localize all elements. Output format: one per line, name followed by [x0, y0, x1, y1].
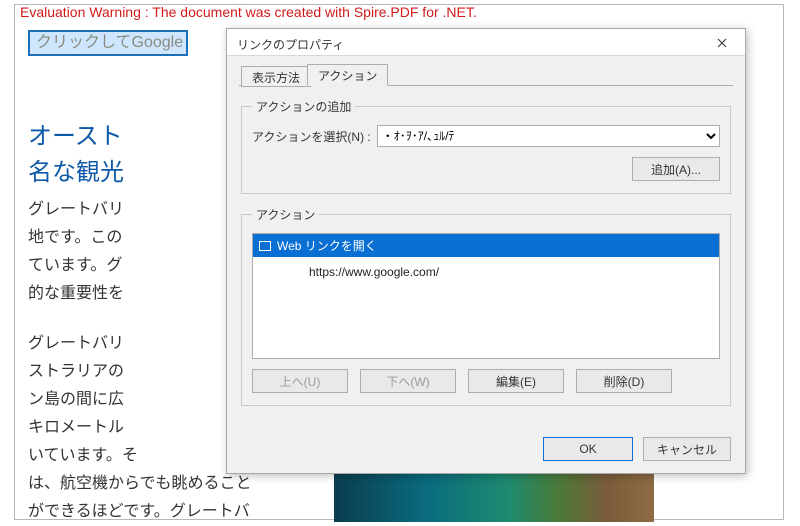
action-item-url: https://www.google.com/	[253, 257, 719, 285]
ok-button[interactable]: OK	[543, 437, 633, 461]
cancel-button[interactable]: キャンセル	[643, 437, 731, 461]
move-down-button[interactable]: 下へ(W)	[360, 369, 456, 393]
action-item-title: Web リンクを開く	[277, 237, 377, 254]
add-action-legend: アクションの追加	[252, 98, 355, 115]
tab-action[interactable]: アクション	[307, 64, 388, 86]
close-button[interactable]	[707, 35, 737, 55]
reef-photo	[334, 472, 654, 522]
actions-list[interactable]: Web リンクを開く https://www.google.com/	[252, 233, 720, 359]
tab-display[interactable]: 表示方法	[241, 66, 311, 87]
action-item-header[interactable]: Web リンクを開く	[253, 234, 719, 257]
body-paragraph-2: グレートバリ ストラリアの ン島の間に広 キロメートル いています。そ は、航空…	[28, 330, 252, 526]
action-select[interactable]: ・ｵ･ｦ･ｱ/､ｭﾙ/ﾃ	[377, 125, 720, 147]
heading-line-2: 名な観光	[28, 152, 124, 187]
add-action-group: アクションの追加 アクションを選択(N) : ・ｵ･ｦ･ｱ/､ｭﾙ/ﾃ 追加(A…	[241, 98, 731, 194]
actions-legend: アクション	[252, 206, 319, 223]
link-properties-dialog: リンクのプロパティ 表示方法 アクション アクションの追加 アクションを選択(N…	[226, 28, 746, 474]
actions-group: アクション Web リンクを開く https://www.google.com/…	[241, 206, 731, 406]
edit-button[interactable]: 編集(E)	[468, 369, 564, 393]
move-up-button[interactable]: 上へ(U)	[252, 369, 348, 393]
dialog-title-text: リンクのプロパティ	[237, 36, 344, 53]
browser-icon	[259, 241, 271, 251]
body-paragraph-1: グレートバリ 地です。この ています。グ 的な重要性を	[28, 196, 124, 308]
google-link-annotation[interactable]: クリックしてGoogle	[28, 30, 188, 56]
dialog-titlebar[interactable]: リンクのプロパティ	[227, 29, 745, 56]
add-button[interactable]: 追加(A)...	[632, 157, 720, 181]
evaluation-warning: Evaluation Warning : The document was cr…	[20, 4, 477, 20]
tab-bar: 表示方法 アクション	[239, 64, 733, 86]
close-icon	[717, 38, 727, 48]
delete-button[interactable]: 削除(D)	[576, 369, 672, 393]
heading-line-1: オースト	[28, 116, 123, 151]
select-action-label: アクションを選択(N) :	[252, 128, 371, 145]
